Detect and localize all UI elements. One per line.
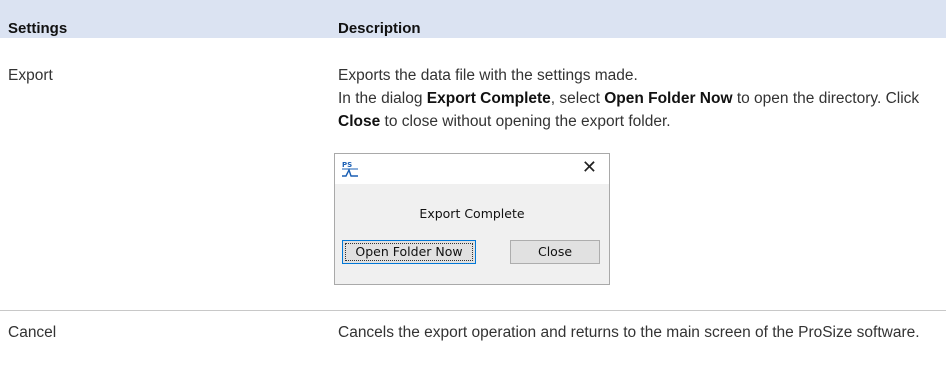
prosize-logo-icon: PS — [342, 161, 358, 177]
logo-text: PS — [342, 161, 352, 169]
description-text: , select — [550, 90, 605, 107]
close-button[interactable]: Close — [510, 240, 600, 264]
table-header: Settings Description — [0, 0, 946, 38]
header-description: Description — [338, 20, 421, 37]
dialog-name-ref: Export Complete — [426, 90, 551, 107]
close-ref: Close — [338, 113, 381, 130]
description-text: to close without opening the export fold… — [380, 113, 671, 130]
description-export: Exports the data file with the settings … — [338, 64, 938, 133]
description-text: In the dialog — [338, 90, 427, 107]
setting-cancel: Cancel — [8, 324, 57, 341]
dialog-message: Export Complete — [419, 206, 525, 221]
dialog-titlebar: PS ✕ — [335, 154, 609, 184]
header-settings: Settings — [8, 20, 68, 37]
description-cancel: Cancels the export operation and returns… — [338, 324, 920, 341]
close-icon[interactable]: ✕ — [582, 157, 597, 179]
description-text: to open the directory. Click — [732, 90, 920, 107]
open-folder-ref: Open Folder Now — [604, 90, 733, 107]
description-line: Exports the data file with the settings … — [338, 67, 638, 84]
open-folder-now-button[interactable]: Open Folder Now — [342, 240, 476, 264]
setting-export: Export — [8, 67, 53, 84]
export-complete-dialog: PS ✕ Export Complete Open Folder Now Clo… — [334, 153, 610, 285]
row-divider — [0, 310, 946, 311]
